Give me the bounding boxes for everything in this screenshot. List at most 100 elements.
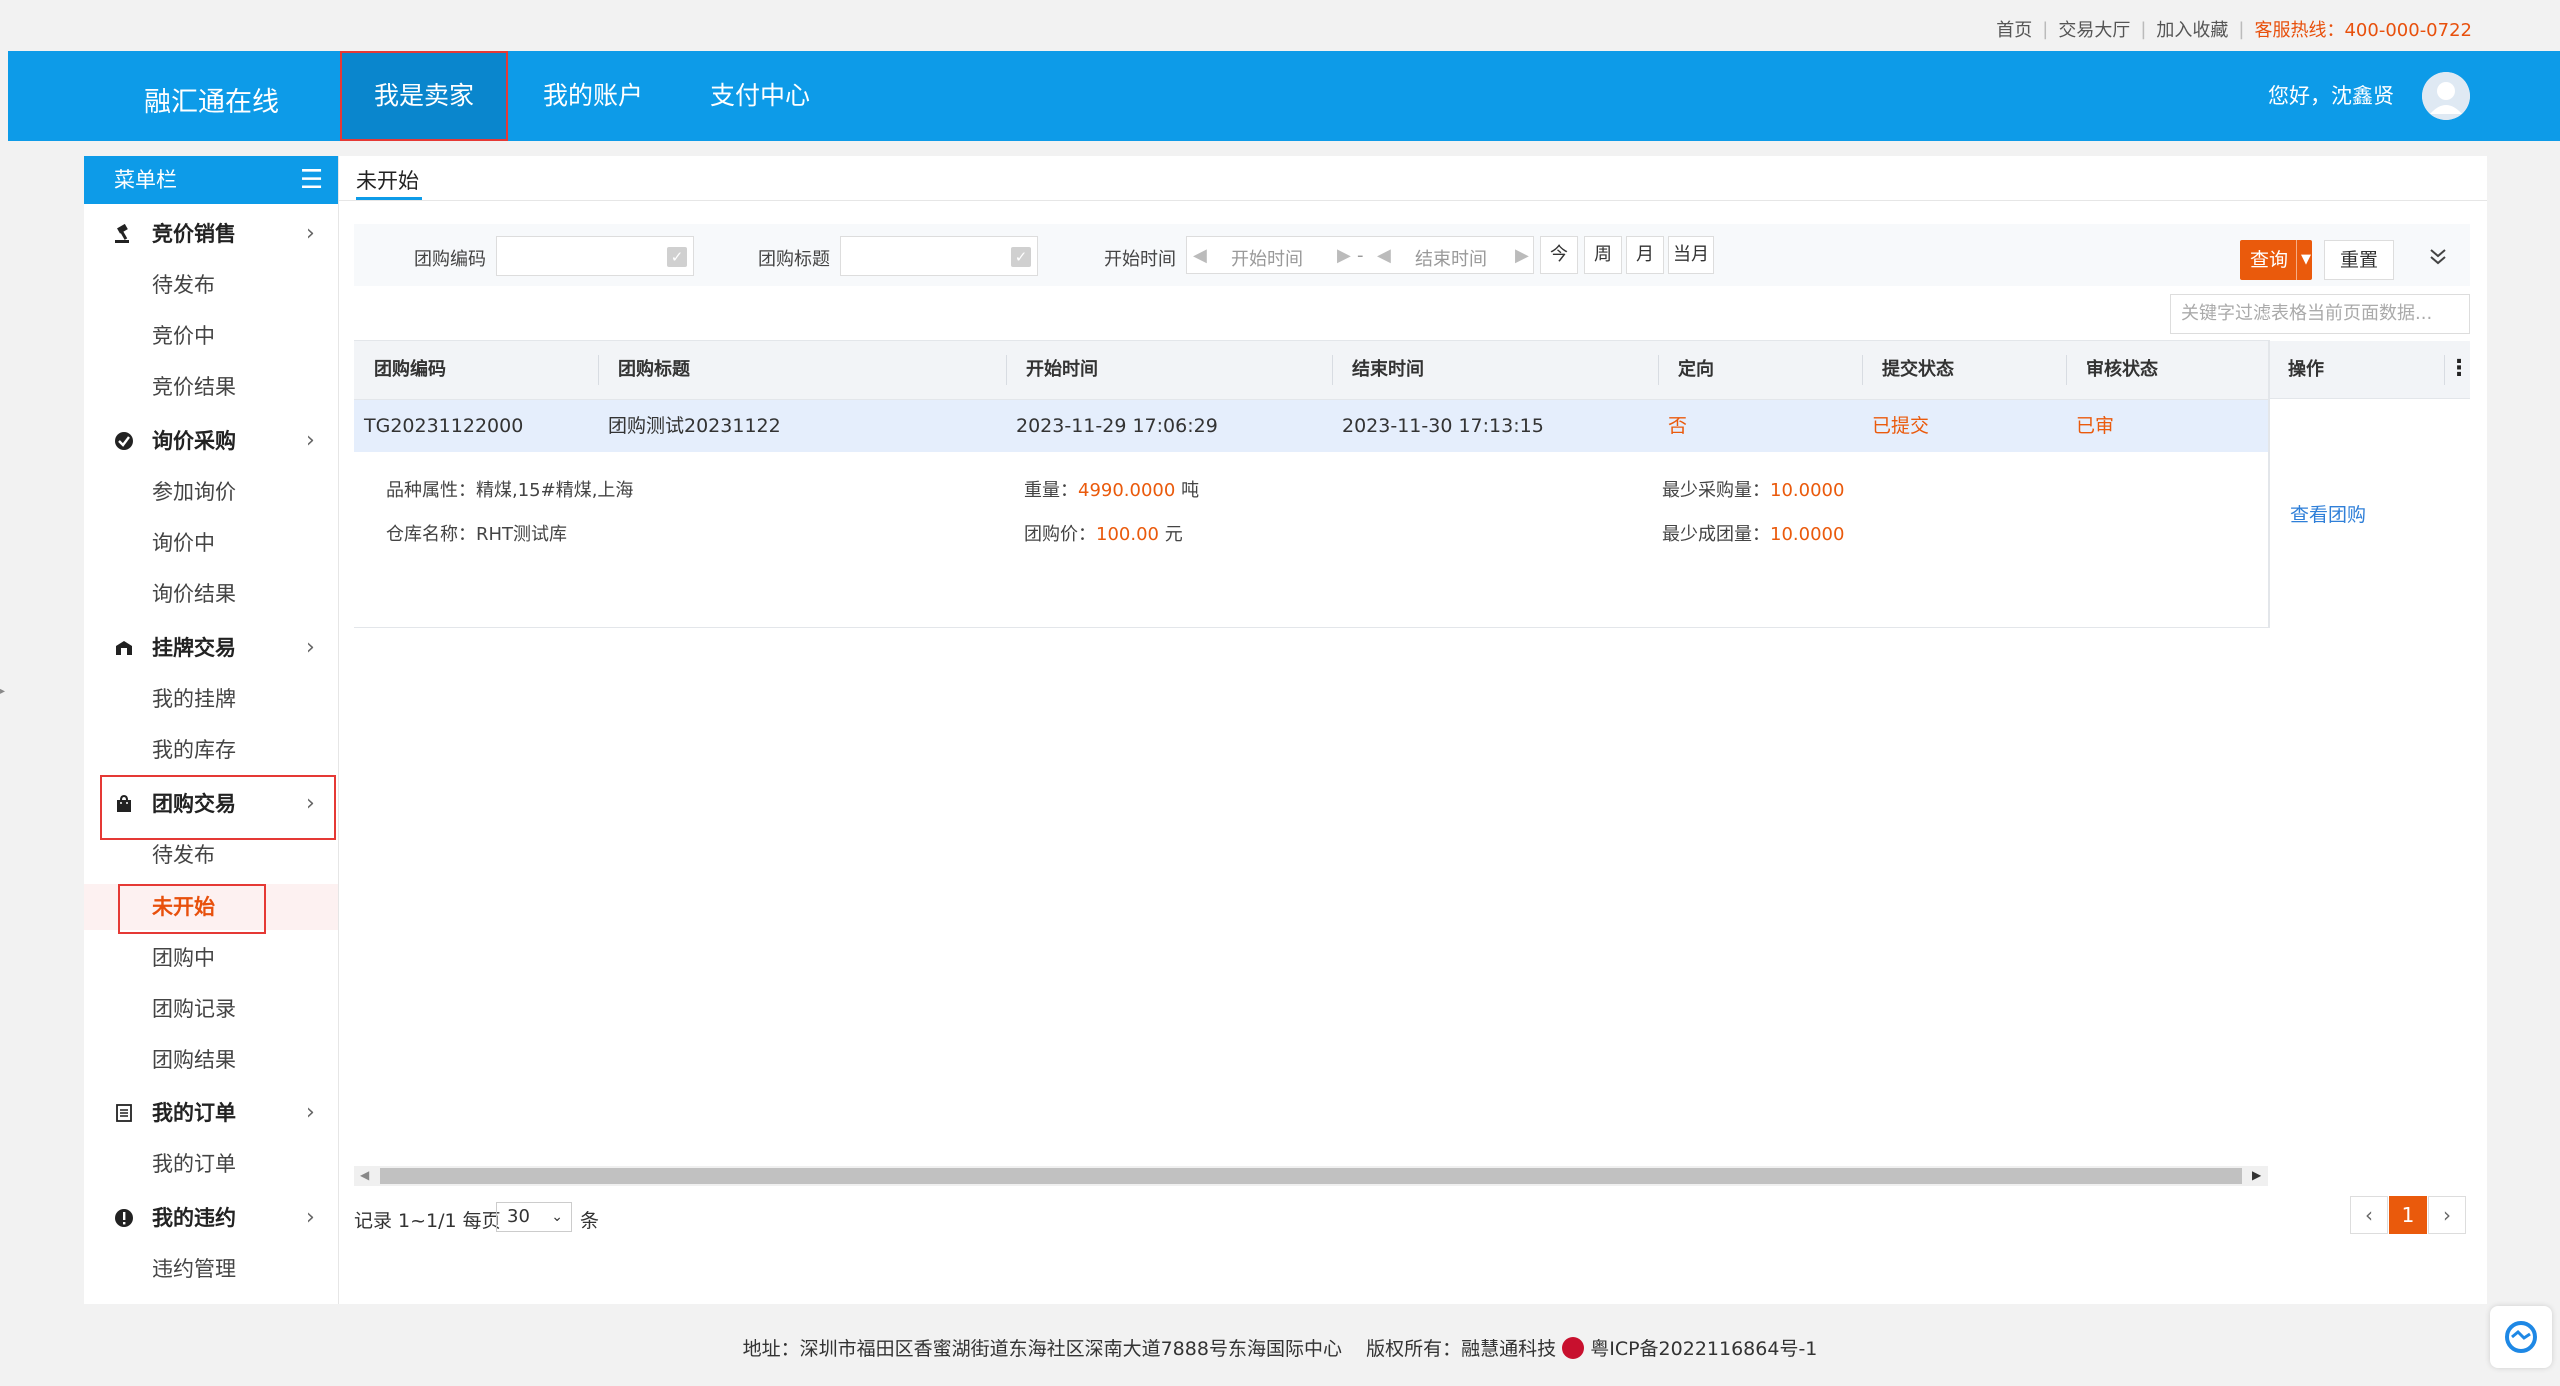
detail-weight: 重量：4990.0000 吨	[1024, 476, 1199, 502]
sidebar-item-group-results[interactable]: 团购结果	[84, 1037, 338, 1083]
start-date-input[interactable]: 开始时间	[1231, 245, 1303, 271]
sidebar-header: 菜单栏 ☰	[84, 156, 338, 204]
column-separator[interactable]	[1332, 355, 1333, 385]
column-separator[interactable]	[598, 355, 599, 385]
user-avatar-icon	[2422, 72, 2470, 120]
trading-hall-link[interactable]: 交易大厅	[2058, 16, 2130, 42]
column-header-submit-status[interactable]: 提交状态	[1882, 340, 1954, 400]
scroll-left-icon[interactable]: ◀	[360, 1168, 369, 1182]
checkbox-icon[interactable]: ✓	[1011, 247, 1031, 267]
scrollbar-thumb[interactable]	[380, 1168, 2242, 1184]
sidebar-group-inquiry-purchase[interactable]: 询价采购 ›	[84, 418, 338, 464]
filter-title-input[interactable]: ✓	[840, 236, 1038, 276]
quick-week-button[interactable]: 周	[1584, 236, 1622, 274]
sidebar-item-bidding-pending[interactable]: 待发布	[84, 262, 338, 308]
footer-icp[interactable]: 粤ICP备2022116864号-1	[1590, 1338, 1817, 1360]
date-range-picker[interactable]: ◀ 开始时间 ▶ - ◀ 结束时间 ▶	[1186, 236, 1534, 274]
sidebar-group-listing-trade[interactable]: 挂牌交易 ›	[84, 625, 338, 671]
quick-current-month-button[interactable]: 当月	[1668, 236, 1714, 274]
check-circle-icon	[115, 432, 133, 450]
reset-button[interactable]: 重置	[2324, 240, 2394, 280]
sidebar-item-group-pending[interactable]: 待发布	[84, 832, 338, 878]
checkbox-icon[interactable]: ✓	[667, 247, 687, 267]
sidebar-item-bidding-active[interactable]: 竞价中	[84, 313, 338, 359]
sidebar-item-my-inventory[interactable]: 我的库存	[84, 727, 338, 773]
nav-payment-center[interactable]: 支付中心	[710, 51, 810, 141]
column-header-start-time[interactable]: 开始时间	[1026, 340, 1098, 400]
sidebar-item-inquiry-results[interactable]: 询价结果	[84, 571, 338, 617]
sidebar-group-my-orders[interactable]: 我的订单 ›	[84, 1090, 338, 1136]
column-separator[interactable]	[1862, 355, 1863, 385]
tab-not-started[interactable]: 未开始	[356, 165, 419, 195]
menu-toggle-icon[interactable]: ☰	[300, 156, 323, 204]
sidebar-item-label: 竞价结果	[152, 375, 236, 399]
detail-warehouse: 仓库名称：RHT测试库	[386, 520, 567, 546]
column-separator[interactable]	[1006, 355, 1007, 385]
prev-arrow-icon[interactable]: ◀	[1193, 245, 1207, 266]
next-arrow-icon[interactable]: ▶	[1515, 245, 1529, 266]
quick-month-button[interactable]: 月	[1626, 236, 1664, 274]
keyword-filter-input[interactable]: 关键字过滤表格当前页面数据...	[2170, 294, 2470, 334]
column-header-audit-status[interactable]: 审核状态	[2086, 340, 2158, 400]
sidebar-item-label: 我的订单	[152, 1152, 236, 1176]
pagination-suffix: 条	[580, 1210, 600, 1232]
warning-icon	[115, 1209, 133, 1227]
cell-start-time: 2023-11-29 17:06:29	[1016, 415, 1218, 437]
column-separator[interactable]	[2066, 355, 2067, 385]
column-header-end-time[interactable]: 结束时间	[1352, 340, 1424, 400]
highlight-box	[100, 775, 336, 840]
chevron-down-icon: ⌄	[551, 1209, 563, 1225]
sidebar-item-default-management[interactable]: 违约管理	[84, 1246, 338, 1292]
collapse-handle-icon[interactable]: ▸	[0, 686, 5, 697]
chevron-right-icon: ›	[306, 635, 315, 660]
sidebar-item-group-active[interactable]: 团购中	[84, 935, 338, 981]
detail-unit: 元	[1164, 524, 1183, 545]
prev-page-button[interactable]: ‹	[2350, 1196, 2388, 1234]
page-size-select[interactable]: 30 ⌄	[496, 1202, 572, 1232]
detail-value: 10.0000	[1770, 480, 1845, 501]
footer: 地址：深圳市福田区香蜜湖街道东海社区深南大道7888号东海国际中心 版权所有：融…	[0, 1312, 2560, 1373]
cell-directed: 否	[1668, 415, 1688, 437]
column-header-code[interactable]: 团购编码	[374, 340, 446, 400]
sidebar-group-my-defaults[interactable]: 我的违约 ›	[84, 1195, 338, 1241]
scroll-right-icon[interactable]: ▶	[2252, 1168, 2261, 1182]
page-number-button[interactable]: 1	[2389, 1196, 2427, 1234]
sidebar-item-label: 团购记录	[152, 997, 236, 1021]
next-arrow-icon[interactable]: ▶	[1337, 245, 1351, 266]
add-favorite-link[interactable]: 加入收藏	[2156, 16, 2228, 42]
column-separator[interactable]	[1658, 355, 1659, 385]
next-page-button[interactable]: ›	[2428, 1196, 2466, 1234]
home-link[interactable]: 首页	[1996, 16, 2032, 42]
column-header-title[interactable]: 团购标题	[618, 340, 690, 400]
caret-down-icon[interactable]: ▼	[2296, 240, 2311, 280]
chevron-right-icon: ›	[306, 428, 315, 453]
detail-label: 最少采购量：	[1662, 480, 1770, 501]
quick-today-button[interactable]: 今	[1540, 236, 1578, 274]
sidebar-item-label: 竞价中	[152, 324, 215, 348]
prev-arrow-icon[interactable]: ◀	[1377, 245, 1391, 266]
query-button[interactable]: 查询 ▼	[2240, 240, 2312, 280]
filter-code-input[interactable]: ✓	[496, 236, 694, 276]
sidebar-item-label: 询价结果	[152, 582, 236, 606]
query-button-label: 查询	[2250, 249, 2289, 271]
page-size-value: 30	[507, 1206, 530, 1227]
expand-chevron-icon[interactable]	[2428, 246, 2448, 272]
sidebar-item-my-orders[interactable]: 我的订单	[84, 1141, 338, 1187]
sidebar-item-join-inquiry[interactable]: 参加询价	[84, 469, 338, 515]
sidebar-item-group-records[interactable]: 团购记录	[84, 986, 338, 1032]
sidebar-group-bidding-sales[interactable]: 竞价销售 ›	[84, 211, 338, 257]
nav-seller[interactable]: 我是卖家	[340, 51, 508, 141]
end-date-input[interactable]: 结束时间	[1415, 245, 1487, 271]
avatar[interactable]	[2422, 72, 2470, 120]
column-settings-icon[interactable]: ⋮	[2448, 356, 2470, 381]
view-group-buy-link[interactable]: 查看团购	[2290, 500, 2366, 527]
column-header-directed[interactable]: 定向	[1678, 340, 1714, 400]
pagination-info: 记录 1~1/1 每页	[354, 1210, 501, 1232]
sidebar-item-bidding-results[interactable]: 竞价结果	[84, 364, 338, 410]
detail-value: 10.0000	[1770, 524, 1845, 545]
brand-logo-text[interactable]: 融汇通在线	[144, 80, 279, 119]
sidebar-item-my-listings[interactable]: 我的挂牌	[84, 676, 338, 722]
floating-service-button[interactable]	[2490, 1306, 2552, 1368]
sidebar-item-inquiry-active[interactable]: 询价中	[84, 520, 338, 566]
nav-my-account[interactable]: 我的账户	[543, 51, 643, 141]
